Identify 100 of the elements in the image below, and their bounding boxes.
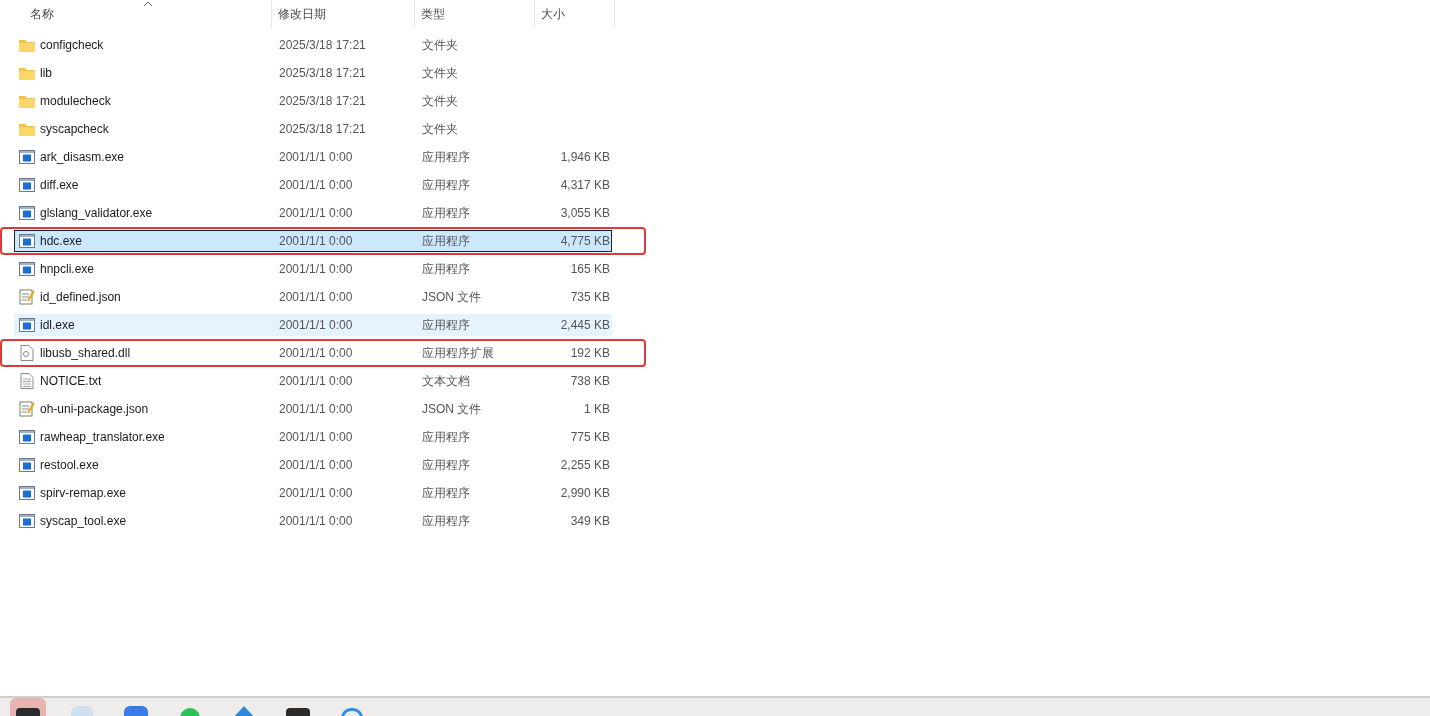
modified-date: 2025/3/18 17:21	[279, 66, 366, 80]
modified-date: 2001/1/1 0:00	[279, 346, 353, 360]
column-header[interactable]: 类型	[415, 0, 535, 28]
file-name: configcheck	[40, 37, 104, 54]
file-row[interactable]: glslang_validator.exe 2001/1/1 0:00 应用程序 3,055 KB	[14, 202, 612, 224]
file-name: libusb_shared.dll	[40, 345, 131, 362]
application-icon	[19, 514, 35, 528]
modified-date: 2001/1/1 0:00	[279, 290, 353, 304]
file-type: 应用程序	[422, 318, 470, 332]
browser-icon[interactable]	[341, 708, 363, 716]
file-size: 192 KB	[570, 345, 610, 362]
file-size: 1 KB	[584, 401, 610, 418]
file-name: NOTICE.txt	[40, 373, 102, 390]
file-name: hdc.exe	[40, 233, 83, 250]
file-row[interactable]: spirv-remap.exe 2001/1/1 0:00 应用程序 2,990 KB	[14, 482, 612, 504]
file-type: JSON 文件	[422, 290, 482, 304]
modified-date: 2001/1/1 0:00	[279, 262, 353, 276]
modified-date: 2025/3/18 17:21	[279, 122, 366, 136]
file-type: 应用程序	[422, 514, 470, 528]
file-row[interactable]: hnpcli.exe 2001/1/1 0:00 应用程序 165 KB	[14, 258, 612, 280]
file-size: 2,255 KB	[560, 457, 610, 474]
file-size: 4,317 KB	[560, 177, 610, 194]
file-name: lib	[40, 65, 52, 82]
file-name: syscapcheck	[40, 121, 109, 138]
file-size: 4,775 KB	[560, 233, 610, 250]
modified-date: 2025/3/18 17:21	[279, 38, 366, 52]
file-size: 2,445 KB	[560, 317, 610, 334]
file-size: 2,990 KB	[560, 485, 610, 502]
application-icon	[19, 150, 35, 164]
file-type: 应用程序	[422, 234, 470, 248]
file-type: 应用程序	[422, 262, 470, 276]
file-row[interactable]: NOTICE.txt 2001/1/1 0:00 文本文档 738 KB	[14, 370, 612, 392]
file-row[interactable]: id_defined.json 2001/1/1 0:00 JSON 文件 735 KB	[14, 286, 612, 308]
file-name: glslang_validator.exe	[40, 205, 153, 222]
notepad-icon	[19, 401, 35, 417]
file-row[interactable]: ark_disasm.exe 2001/1/1 0:00 应用程序 1,946 KB	[14, 146, 612, 168]
file-type: 应用程序	[422, 150, 470, 164]
file-name: modulecheck	[40, 93, 111, 110]
folder-icon	[19, 66, 35, 80]
file-name: oh-uni-package.json	[40, 401, 149, 418]
file-size: 735 KB	[570, 289, 610, 306]
column-header[interactable]: 大小	[535, 0, 615, 28]
file-size: 738 KB	[570, 373, 610, 390]
file-row[interactable]: oh-uni-package.json 2001/1/1 0:00 JSON 文件 1 KB	[14, 398, 612, 420]
modified-date: 2001/1/1 0:00	[279, 374, 353, 388]
modified-date: 2001/1/1 0:00	[279, 234, 353, 248]
file-size: 1,946 KB	[560, 149, 610, 166]
application-icon	[19, 430, 35, 444]
application-icon	[19, 206, 35, 220]
text-document-icon	[20, 373, 34, 389]
folder-icon	[19, 122, 35, 136]
file-row[interactable]: lib 2025/3/18 17:21 文件夹	[14, 62, 612, 84]
application-icon	[19, 178, 35, 192]
modified-date: 2001/1/1 0:00	[279, 430, 353, 444]
file-name: ark_disasm.exe	[40, 149, 125, 166]
triangle-icon[interactable]	[233, 706, 255, 716]
file-type: 文本文档	[422, 374, 470, 388]
modified-date: 2025/3/18 17:21	[279, 94, 366, 108]
application-icon	[19, 234, 35, 248]
file-name: diff.exe	[40, 177, 79, 194]
file-row[interactable]: syscap_tool.exe 2001/1/1 0:00 应用程序 349 KB	[14, 510, 612, 532]
file-size: 3,055 KB	[560, 205, 610, 222]
application-icon	[19, 318, 35, 332]
file-type: 文件夹	[422, 66, 458, 80]
file-type: 应用程序扩展	[422, 346, 494, 360]
modified-date: 2001/1/1 0:00	[279, 458, 353, 472]
file-type: 应用程序	[422, 458, 470, 472]
file-name: spirv-remap.exe	[40, 485, 127, 502]
file-row[interactable]: restool.exe 2001/1/1 0:00 应用程序 2,255 KB	[14, 454, 612, 476]
file-name: syscap_tool.exe	[40, 513, 127, 530]
column-header[interactable]: 修改日期	[272, 0, 415, 28]
file-name: idl.exe	[40, 317, 75, 334]
folder-icon	[19, 38, 35, 52]
file-row[interactable]: libusb_shared.dll 2001/1/1 0:00 应用程序扩展 192 KB	[14, 342, 612, 364]
file-type: 应用程序	[422, 486, 470, 500]
file-name: hnpcli.exe	[40, 261, 95, 278]
file-name: rawheap_translator.exe	[40, 429, 165, 446]
file-type: 应用程序	[422, 430, 470, 444]
file-type: JSON 文件	[422, 402, 482, 416]
file-name: restool.exe	[40, 457, 99, 474]
modified-date: 2001/1/1 0:00	[279, 486, 353, 500]
file-row[interactable]: diff.exe 2001/1/1 0:00 应用程序 4,317 KB	[14, 174, 612, 196]
modified-date: 2001/1/1 0:00	[279, 318, 353, 332]
file-row[interactable]: hdc.exe 2001/1/1 0:00 应用程序 4,775 KB	[14, 230, 612, 252]
file-row[interactable]: idl.exe 2001/1/1 0:00 应用程序 2,445 KB	[14, 314, 612, 336]
file-row[interactable]: configcheck 2025/3/18 17:21 文件夹	[14, 34, 612, 56]
application-icon	[19, 486, 35, 500]
file-size: 349 KB	[570, 513, 610, 530]
file-row[interactable]: syscapcheck 2025/3/18 17:21 文件夹	[14, 118, 612, 140]
file-row[interactable]: rawheap_translator.exe 2001/1/1 0:00 应用程序 775 KB	[14, 426, 612, 448]
file-type: 应用程序	[422, 178, 470, 192]
modified-date: 2001/1/1 0:00	[279, 402, 353, 416]
modified-date: 2001/1/1 0:00	[279, 514, 353, 528]
application-icon	[19, 458, 35, 472]
modified-date: 2001/1/1 0:00	[279, 150, 353, 164]
file-row[interactable]: modulecheck 2025/3/18 17:21 文件夹	[14, 90, 612, 112]
notepad-icon	[19, 289, 35, 305]
file-type: 文件夹	[422, 122, 458, 136]
application-icon	[19, 262, 35, 276]
column-header[interactable]: 名称	[14, 0, 272, 28]
